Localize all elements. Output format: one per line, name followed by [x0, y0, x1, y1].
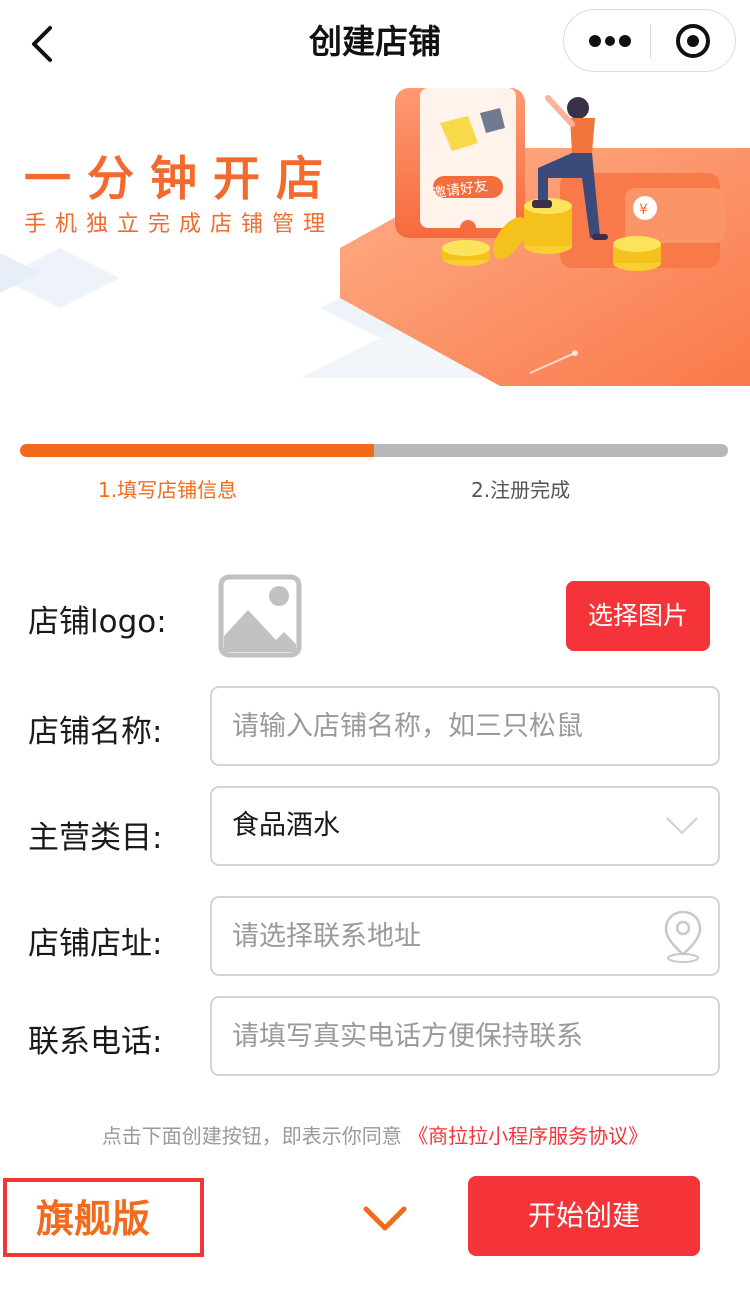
- chevron-down-icon[interactable]: [362, 1204, 408, 1234]
- start-create-button[interactable]: 开始创建: [468, 1176, 700, 1256]
- agreement-prefix: 点击下面创建按钮，即表示你同意: [101, 1124, 402, 1148]
- step-progress-fill: [20, 444, 374, 457]
- address-input[interactable]: [232, 898, 672, 974]
- choose-image-button[interactable]: 选择图片: [566, 581, 710, 651]
- chevron-down-icon: [664, 812, 700, 840]
- more-dots-icon[interactable]: [564, 10, 650, 71]
- phone-label: 联系电话:: [28, 1024, 163, 1060]
- version-label[interactable]: 旗舰版: [36, 1188, 150, 1243]
- step-1-label: 1.填写店铺信息: [98, 478, 238, 502]
- banner-subtitle: 手机独立完成店铺管理: [24, 212, 335, 237]
- logo-label: 店铺logo:: [28, 604, 167, 640]
- target-circle-icon[interactable]: [651, 10, 735, 71]
- banner-title: 一分钟开店: [24, 152, 339, 207]
- phone-field-box: [210, 996, 720, 1076]
- category-select[interactable]: 食品酒水: [210, 786, 720, 866]
- category-label: 主营类目:: [28, 820, 163, 856]
- image-placeholder-icon[interactable]: [218, 574, 302, 658]
- promo-banner: ¥ 一分钟开店 手机独立完成店铺管理 邀请好友: [0, 88, 750, 386]
- location-pin-icon[interactable]: [662, 908, 704, 964]
- address-field-box: [210, 896, 720, 976]
- step-2-label: 2.注册完成: [471, 478, 571, 502]
- back-icon[interactable]: [22, 22, 66, 66]
- mini-program-capsule: [563, 9, 736, 72]
- address-label: 店铺店址:: [28, 926, 163, 962]
- store-name-input[interactable]: [232, 688, 672, 764]
- phone-input[interactable]: [232, 998, 672, 1074]
- agreement-text: 点击下面创建按钮，即表示你同意 《商拉拉小程序服务协议》: [0, 1120, 750, 1149]
- store-name-label: 店铺名称:: [28, 714, 163, 750]
- step-progress-bar: [20, 444, 728, 457]
- store-name-field-box: [210, 686, 720, 766]
- svg-text:¥: ¥: [639, 202, 648, 218]
- category-value: 食品酒水: [232, 810, 340, 841]
- nav-bar: 创建店铺: [0, 0, 750, 88]
- service-agreement-link[interactable]: 《商拉拉小程序服务协议》: [408, 1124, 648, 1148]
